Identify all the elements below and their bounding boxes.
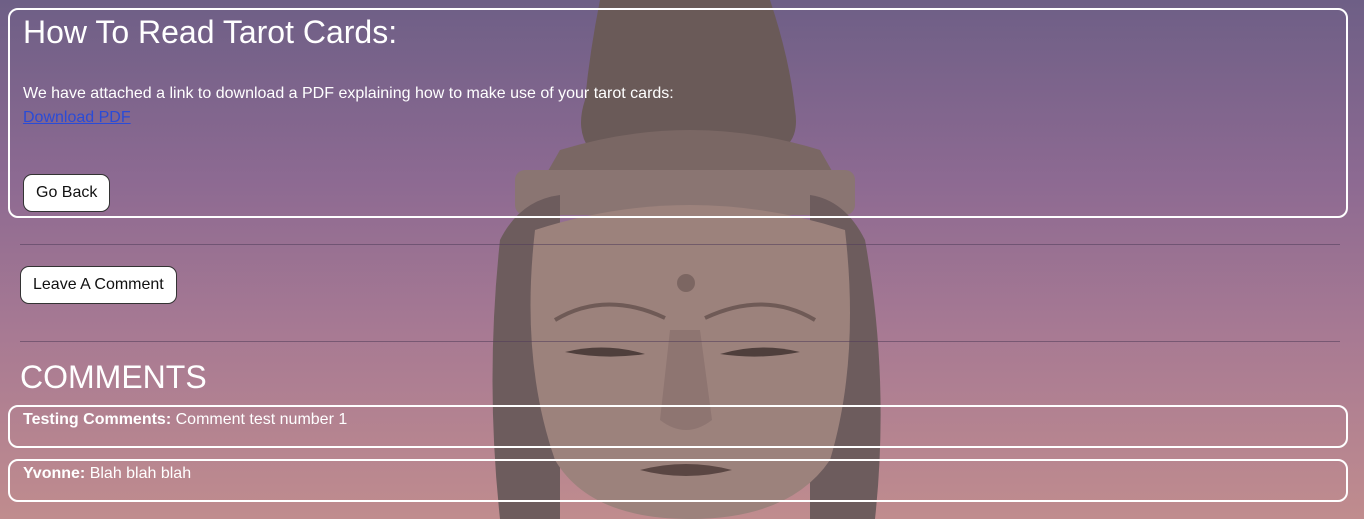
comment-author: Testing Comments: xyxy=(23,411,172,428)
comment-message: Comment test number 1 xyxy=(175,411,348,428)
article-intro: We have attached a link to download a PD… xyxy=(23,85,674,102)
divider xyxy=(20,244,1340,245)
comment-item: Yvonne: Blah blah blah xyxy=(8,459,1348,502)
leave-comment-button[interactable]: Leave A Comment xyxy=(20,266,177,304)
comment-author: Yvonne: xyxy=(23,465,86,482)
comments-heading: COMMENTS xyxy=(20,359,207,395)
comment-body: Yvonne: Blah blah blah xyxy=(23,464,191,484)
article-panel: How To Read Tarot Cards: We have attache… xyxy=(8,8,1348,218)
divider xyxy=(20,341,1340,342)
page-title: How To Read Tarot Cards: xyxy=(23,14,398,50)
comment-message: Blah blah blah xyxy=(89,465,192,482)
comment-item: Testing Comments: Comment test number 1 xyxy=(8,405,1348,448)
comment-body: Testing Comments: Comment test number 1 xyxy=(23,410,347,430)
go-back-button[interactable]: Go Back xyxy=(23,174,111,212)
download-pdf-link[interactable]: Download PDF xyxy=(23,108,131,128)
